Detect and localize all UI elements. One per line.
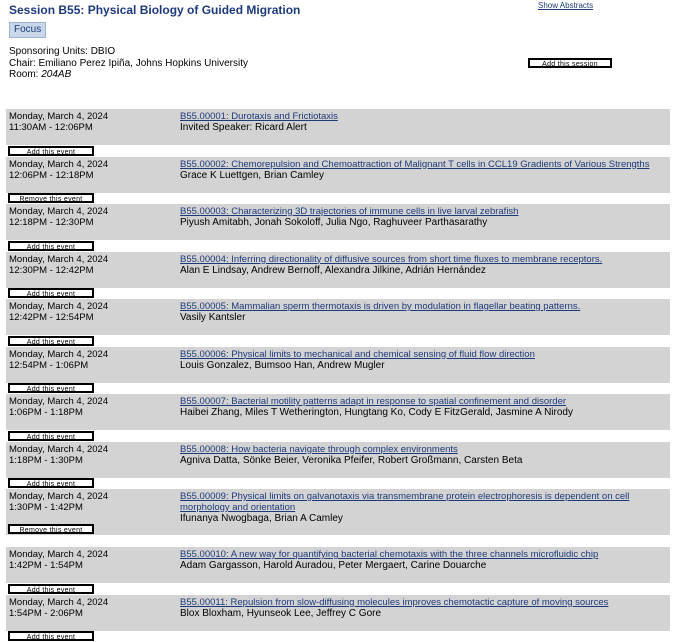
add-event-button[interactable]: Add this event bbox=[8, 240, 94, 251]
event-date: Monday, March 4, 2024 bbox=[9, 549, 109, 560]
event-time: 1:18PM - 1:30PM bbox=[9, 454, 83, 466]
event-row: Monday, March 4, 2024 12:54PM - 1:06PM B55… bbox=[6, 345, 670, 393]
event-date: Monday, March 4, 2024 bbox=[9, 253, 109, 265]
event-datetime: Monday, March 4, 2024 12:18PM - 12:30PM bbox=[9, 206, 108, 228]
event-row: Monday, March 4, 2024 1:18PM - 1:30PM B55.… bbox=[6, 440, 670, 488]
room-value: 204AB bbox=[41, 69, 72, 80]
add-event-button[interactable]: Add this event bbox=[8, 583, 94, 594]
event-content: B55.00008: How bacteria navigate through… bbox=[180, 444, 660, 466]
event-content: B55.00010: A new way for quantifying bac… bbox=[180, 549, 660, 571]
event-content: B55.00004: Inferring directionality of d… bbox=[180, 254, 660, 276]
event-speakers: Piyush Amitabh, Jonah Sokoloff, Julia Ng… bbox=[180, 217, 488, 228]
event-content: B55.00011: Repulsion from slow-diffusing… bbox=[180, 597, 660, 619]
event-row: Monday, March 4, 2024 12:18PM - 12:30PM B5… bbox=[6, 203, 670, 251]
add-event-button[interactable]: Add this event bbox=[8, 145, 94, 156]
event-content: B55.00009: Physical limits on galvanotax… bbox=[180, 491, 660, 524]
event-title-link[interactable]: B55.00005: Mammalian sperm thermotaxis i… bbox=[180, 301, 580, 312]
event-title-link[interactable]: B55.00004: Inferring directionality of d… bbox=[180, 254, 602, 265]
event-speakers: Alan E Lindsay, Andrew Bernoff, Alexandr… bbox=[180, 264, 486, 276]
event-title-link[interactable]: B55.00002: Chemorepulsion and Chemoattra… bbox=[180, 159, 649, 170]
event-title-link[interactable]: B55.00007: Bacterial motility patterns a… bbox=[180, 396, 566, 407]
event-datetime: Monday, March 4, 2024 1:06PM - 1:18PM bbox=[9, 396, 108, 418]
room-label: Room: bbox=[9, 69, 42, 80]
remove-event-button[interactable]: Remove this event bbox=[8, 524, 94, 534]
event-date: Monday, March 4, 2024 bbox=[9, 301, 109, 312]
event-speakers: Agniva Datta, Sönke Beier, Veronika Pfei… bbox=[180, 454, 523, 466]
event-speakers: Ifunanya Nwogbaga, Brian A Camley bbox=[180, 513, 343, 524]
event-datetime: Monday, March 4, 2024 1:54PM - 2:06PM bbox=[9, 597, 108, 619]
event-date: Monday, March 4, 2024 bbox=[9, 491, 109, 502]
event-speakers: Grace K Luettgen, Brian Camley bbox=[180, 169, 324, 181]
add-session-button[interactable]: Add this session bbox=[528, 58, 612, 68]
session-meta: Sponsoring Units: DBIO Chair: Emiliano P… bbox=[9, 46, 248, 81]
event-time: 12:06PM - 12:18PM bbox=[9, 169, 94, 181]
event-datetime: Monday, March 4, 2024 12:42PM - 12:54PM bbox=[9, 301, 108, 323]
event-content: B55.00005: Mammalian sperm thermotaxis i… bbox=[180, 301, 660, 323]
event-time: 12:18PM - 12:30PM bbox=[9, 217, 94, 228]
event-date: Monday, March 4, 2024 bbox=[9, 443, 109, 455]
event-title-link[interactable]: B55.00001: Durotaxis and Frictiotaxis bbox=[180, 111, 338, 122]
sponsoring-units: Sponsoring Units: DBIO bbox=[9, 46, 116, 57]
event-speakers: Blox Bloxham, Hyunseok Lee, Jeffrey C Go… bbox=[180, 607, 382, 619]
event-date: Monday, March 4, 2024 bbox=[9, 206, 109, 217]
event-speakers: Louis Gonzalez, Bumsoo Han, Andrew Mugle… bbox=[180, 359, 385, 371]
event-date: Monday, March 4, 2024 bbox=[9, 348, 109, 360]
event-list: Monday, March 4, 2024 11:30AM - 12:06PM B5… bbox=[6, 108, 670, 641]
add-event-button[interactable]: Add this event bbox=[8, 478, 94, 488]
event-time: 12:54PM - 1:06PM bbox=[9, 359, 89, 371]
add-event-button[interactable]: Add this event bbox=[8, 430, 94, 441]
event-title-link[interactable]: B55.00009: Physical limits on galvanotax… bbox=[180, 491, 629, 513]
event-title-link[interactable]: B55.00010: A new way for quantifying bac… bbox=[180, 549, 598, 560]
event-content: B55.00002: Chemorepulsion and Chemoattra… bbox=[180, 159, 660, 181]
event-row: Monday, March 4, 2024 1:06PM - 1:18PM B55.… bbox=[6, 393, 670, 441]
event-title-link[interactable]: B55.00011: Repulsion from slow-diffusing… bbox=[180, 597, 608, 608]
remove-event-button[interactable]: Remove this event bbox=[8, 193, 94, 203]
event-row: Monday, March 4, 2024 1:54PM - 2:06PM B55.… bbox=[6, 593, 670, 641]
event-date: Monday, March 4, 2024 bbox=[9, 158, 109, 170]
event-time: 12:30PM - 12:42PM bbox=[9, 264, 94, 276]
event-content: B55.00003: Characterizing 3D trajectorie… bbox=[180, 206, 660, 228]
event-title-link[interactable]: B55.00008: How bacteria navigate through… bbox=[180, 444, 458, 455]
event-date: Monday, March 4, 2024 bbox=[9, 111, 109, 122]
event-row: Monday, March 4, 2024 1:42PM - 1:54PM B55.… bbox=[6, 546, 670, 594]
event-datetime: Monday, March 4, 2024 12:06PM - 12:18PM bbox=[9, 159, 108, 181]
event-date: Monday, March 4, 2024 bbox=[9, 596, 109, 608]
event-row: Monday, March 4, 2024 1:30PM - 1:42PM B55.… bbox=[6, 488, 670, 546]
event-datetime: Monday, March 4, 2024 1:18PM - 1:30PM bbox=[9, 444, 108, 466]
session-header: Session B55: Physical Biology of Guided … bbox=[9, 1, 669, 80]
add-event-button[interactable]: Add this event bbox=[8, 383, 94, 393]
event-date: Monday, March 4, 2024 bbox=[9, 396, 109, 407]
event-time: 1:54PM - 2:06PM bbox=[9, 607, 83, 619]
event-datetime: Monday, March 4, 2024 12:30PM - 12:42PM bbox=[9, 254, 108, 276]
add-event-button[interactable]: Add this event bbox=[8, 288, 94, 298]
event-datetime: Monday, March 4, 2024 11:30AM - 12:06PM bbox=[9, 111, 108, 133]
session-chair: Chair: Emiliano Perez Ipiña, Johns Hopki… bbox=[9, 57, 248, 69]
event-title-link[interactable]: B55.00006: Physical limits to mechanical… bbox=[180, 349, 535, 360]
focus-badge: Focus bbox=[9, 22, 47, 38]
event-content: B55.00007: Bacterial motility patterns a… bbox=[180, 396, 660, 418]
event-speakers: Invited Speaker: Ricard Alert bbox=[180, 122, 307, 133]
event-time: 1:06PM - 1:18PM bbox=[9, 407, 83, 418]
event-speakers: Haibei Zhang, Miles T Wetherington, Hung… bbox=[180, 407, 573, 418]
event-datetime: Monday, March 4, 2024 12:54PM - 1:06PM bbox=[9, 349, 108, 371]
add-event-button[interactable]: Add this event bbox=[8, 631, 94, 641]
event-speakers: Vasily Kantsler bbox=[180, 312, 246, 323]
event-content: B55.00001: Durotaxis and Frictiotaxis Inv… bbox=[180, 111, 660, 133]
event-title-link[interactable]: B55.00003: Characterizing 3D trajectorie… bbox=[180, 206, 518, 217]
event-content: B55.00006: Physical limits to mechanical… bbox=[180, 349, 660, 371]
event-row: Monday, March 4, 2024 12:42PM - 12:54PM B5… bbox=[6, 298, 670, 346]
session-room: Room: 204AB bbox=[9, 69, 248, 81]
event-speakers: Adam Gargasson, Harold Auradou, Peter Me… bbox=[180, 560, 487, 571]
event-time: 11:30AM - 12:06PM bbox=[9, 122, 93, 133]
add-event-button[interactable]: Add this event bbox=[8, 335, 94, 346]
event-row: Monday, March 4, 2024 12:06PM - 12:18PM B5… bbox=[6, 155, 670, 203]
event-time: 1:30PM - 1:42PM bbox=[9, 502, 83, 513]
event-row: Monday, March 4, 2024 12:30PM - 12:42PM B5… bbox=[6, 250, 670, 298]
event-time: 12:42PM - 12:54PM bbox=[9, 312, 94, 323]
event-datetime: Monday, March 4, 2024 1:30PM - 1:42PM bbox=[9, 491, 108, 513]
event-datetime: Monday, March 4, 2024 1:42PM - 1:54PM bbox=[9, 549, 108, 571]
event-time: 1:42PM - 1:54PM bbox=[9, 560, 83, 571]
event-row: Monday, March 4, 2024 11:30AM - 12:06PM B5… bbox=[6, 108, 670, 156]
show-abstracts-link[interactable]: Show Abstracts bbox=[538, 1, 593, 10]
